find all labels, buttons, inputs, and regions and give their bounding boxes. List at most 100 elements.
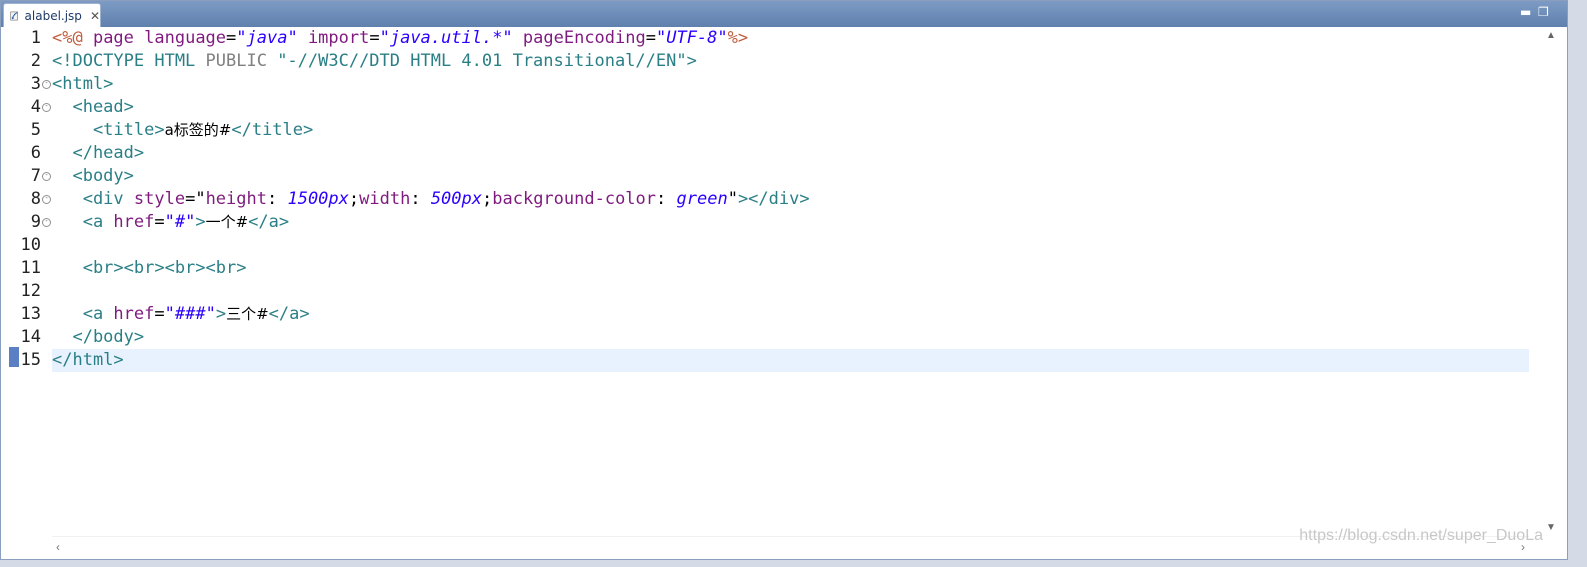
token: language [144, 28, 227, 48]
line-number: 11 [20, 258, 41, 278]
token: " [727, 189, 738, 209]
token: "###" [164, 304, 216, 324]
token: <a [52, 304, 114, 324]
code-editor[interactable]: 1 2 3-4-5 6 7-8-9-10 11 12 13 14 15 <%@ page lang… [3, 27, 1565, 557]
token: height [205, 189, 267, 209]
token: </html> [52, 350, 124, 370]
line-number: 10 [20, 235, 41, 255]
token: > [215, 304, 227, 324]
token: =" [185, 189, 206, 209]
token: </a> [268, 304, 310, 324]
token: href [113, 212, 155, 232]
fold-toggle-icon[interactable]: - [42, 80, 51, 89]
token: = [645, 28, 656, 48]
token: > [195, 212, 206, 232]
token: <head> [52, 97, 134, 117]
token: "-//W3C//DTD HTML 4.01 Transitional//EN"… [266, 51, 697, 71]
token: PUBLIC [205, 51, 267, 71]
line-number: 1 [30, 28, 41, 48]
scroll-down-icon[interactable]: ▼ [1543, 521, 1559, 535]
code-line-7: <body> [52, 165, 1529, 188]
tab-label: alabel.jsp [24, 8, 82, 23]
line-number: 9 [30, 212, 41, 232]
token: = [226, 28, 237, 48]
token: <!DOCTYPE HTML [52, 51, 206, 71]
token: <body> [52, 166, 134, 186]
line-number-gutter: 1 2 3-4-5 6 7-8-9-10 11 12 13 14 15 [19, 27, 51, 537]
editor-tab-bar: alabel.jsp ✕ ▬ ❐ [1, 1, 1567, 27]
line-number: 7 [30, 166, 41, 186]
line-number: 2 [30, 51, 41, 71]
jsp-close-delim: %> [727, 28, 749, 48]
overview-ruler [3, 27, 19, 537]
token: <a [52, 212, 114, 232]
code-area[interactable]: <%@ page language="java" import="java.ut… [52, 27, 1529, 537]
token: a标签的# [164, 121, 232, 139]
token: <div [52, 189, 134, 209]
token: green [676, 189, 728, 209]
code-line-15: </html> [52, 349, 1529, 372]
code-line-11: <br><br><br><br> [52, 257, 1529, 280]
maximize-icon[interactable]: ❐ [1538, 5, 1549, 19]
token: 1500px [287, 189, 349, 209]
line-number: 6 [30, 143, 41, 163]
scroll-up-icon[interactable]: ▲ [1543, 29, 1559, 43]
token: "#" [164, 212, 196, 232]
code-line-2: <!DOCTYPE HTML PUBLIC "-//W3C//DTD HTML … [52, 50, 1529, 73]
code-line-14: </body> [52, 326, 1529, 349]
fold-toggle-icon[interactable]: - [42, 218, 51, 227]
token: ></div> [737, 189, 810, 209]
token: 三个# [226, 305, 269, 323]
token: ; [348, 189, 360, 209]
line-number: 8 [30, 189, 41, 209]
token: </head> [52, 143, 145, 163]
tab-close-icon[interactable]: ✕ [90, 9, 100, 23]
line-number: 5 [30, 120, 41, 140]
token: </body> [52, 327, 145, 347]
jsp-open-delim: <%@ [52, 28, 83, 48]
scroll-left-icon[interactable]: ‹ [56, 540, 60, 554]
token: "java.util.*" [379, 28, 513, 48]
token: "UTF-8" [655, 28, 728, 48]
token: "java" [236, 28, 298, 48]
token: width [359, 189, 411, 209]
token: : [266, 189, 288, 209]
token: import [297, 28, 370, 48]
fold-toggle-icon[interactable]: - [42, 195, 51, 204]
token: <html> [52, 74, 114, 94]
token: </title> [231, 120, 314, 140]
token: = [369, 28, 380, 48]
minimize-icon[interactable]: ▬ [1520, 5, 1531, 19]
token: 一个# [205, 213, 249, 231]
code-line-5: <title>a标签的#</title> [52, 119, 1529, 142]
token: pageEncoding [512, 28, 646, 48]
code-line-4: <head> [52, 96, 1529, 119]
line-number: 13 [20, 304, 41, 324]
tab-alabel-jsp[interactable]: alabel.jsp ✕ [3, 3, 101, 27]
token: page [82, 28, 145, 48]
token: : [656, 189, 677, 209]
line-number: 15 [20, 350, 41, 370]
token: <title> [52, 120, 165, 140]
line-number: 12 [20, 281, 41, 301]
jsp-file-icon [10, 11, 18, 20]
line-number: 3 [30, 74, 41, 94]
current-line-marker [9, 347, 19, 367]
fold-toggle-icon[interactable]: - [42, 172, 51, 181]
editor-window: alabel.jsp ✕ ▬ ❐ 1 2 3-4-5 6 7-8-9-10 11 12 13 1… [0, 0, 1568, 560]
token: : [410, 189, 431, 209]
code-line-13: <a href="###">三个#</a> [52, 303, 1529, 326]
token: style [133, 189, 186, 209]
fold-toggle-icon[interactable]: - [42, 103, 51, 112]
token: ; [482, 189, 493, 209]
code-line-8: <div style="height: 1500px;width: 500px;… [52, 188, 1529, 211]
token: = [154, 304, 165, 324]
token: <br><br><br><br> [52, 258, 247, 278]
code-line-1: <%@ page language="java" import="java.ut… [52, 27, 1529, 50]
line-number: 4 [30, 97, 41, 117]
vertical-scrollbar[interactable]: ▲ ▼ [1543, 27, 1559, 537]
code-line-9: <a href="#">一个#</a> [52, 211, 1529, 234]
code-line-6: </head> [52, 142, 1529, 165]
line-number: 14 [20, 327, 41, 347]
